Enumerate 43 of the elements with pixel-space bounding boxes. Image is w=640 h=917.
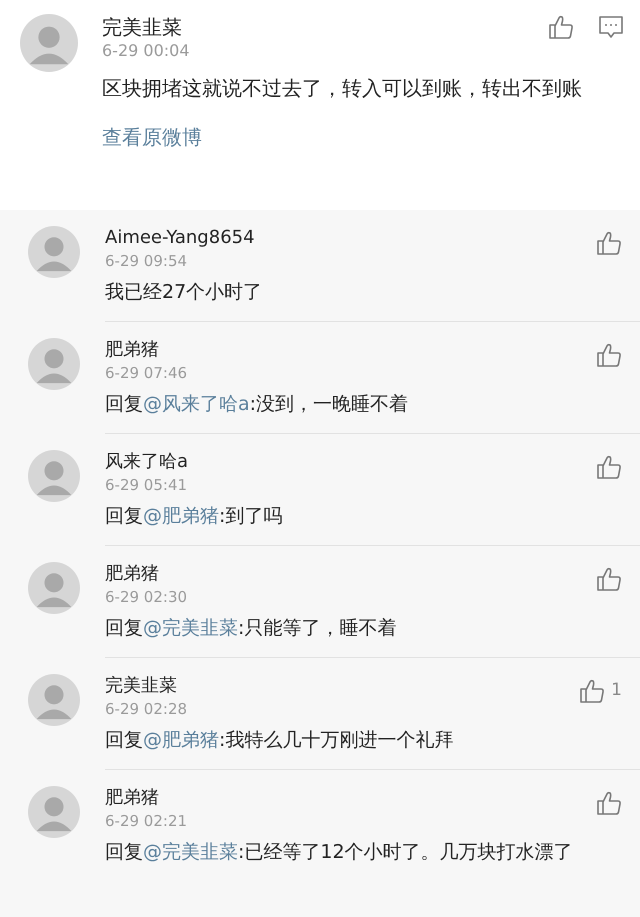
avatar-icon[interactable] (28, 786, 80, 838)
thumbs-up-icon[interactable] (596, 454, 622, 480)
thumbs-up-icon[interactable] (596, 230, 622, 256)
thumbs-up-icon[interactable] (596, 566, 622, 592)
mention-link[interactable]: @肥弟猪 (143, 505, 219, 527)
mention-link[interactable]: @完美韭菜 (143, 617, 238, 639)
timestamp: 6-29 00:04 (102, 40, 191, 62)
avatar-icon[interactable] (28, 562, 80, 614)
avatar-icon[interactable] (28, 338, 80, 390)
avatar-icon[interactable] (28, 450, 80, 502)
avatar-icon[interactable] (28, 674, 80, 726)
author-name[interactable]: 完美韭菜 (102, 14, 548, 40)
thumbs-up-icon[interactable] (579, 678, 606, 704)
thumbs-up-icon[interactable] (596, 790, 622, 816)
author-name[interactable]: 肥弟猪 (105, 786, 596, 810)
reply-text: 回复@肥弟猪:我特么几十万刚进一个礼拜 (105, 728, 454, 753)
reply-text: 回复@完美韭菜:只能等了，睡不着 (105, 616, 398, 641)
comment-icon[interactable] (598, 14, 624, 40)
comment-text: 区块拥堵这就说不过去了，转入可以到账，转出不到账 (102, 75, 583, 102)
timestamp: 6-29 05:41 (105, 475, 188, 496)
timestamp: 6-29 07:46 (105, 363, 188, 384)
author-name[interactable]: 风来了哈a (105, 450, 596, 474)
author-name[interactable]: Aimee-Yang8654 (105, 226, 596, 250)
avatar-icon[interactable] (20, 14, 78, 72)
reply-text: 回复@风来了哈a:没到，一晚睡不着 (105, 392, 410, 417)
timestamp: 6-29 02:28 (105, 699, 188, 720)
thumbs-up-icon[interactable] (596, 342, 622, 368)
author-name[interactable]: 肥弟猪 (105, 562, 596, 586)
author-name[interactable]: 肥弟猪 (105, 338, 596, 362)
timestamp: 6-29 09:54 (105, 251, 188, 272)
reply-text: 回复@完美韭菜:已经等了12个小时了。几万块打水漂了 (105, 840, 574, 865)
mention-link[interactable]: @完美韭菜 (143, 841, 238, 863)
reply-text: 我已经27个小时了 (105, 280, 264, 305)
timestamp: 6-29 02:21 (105, 811, 188, 832)
thumbs-up-icon[interactable] (548, 14, 574, 40)
mention-link[interactable]: @肥弟猪 (143, 729, 219, 751)
mention-link[interactable]: @风来了哈a (143, 393, 250, 415)
avatar-icon[interactable] (28, 226, 80, 278)
timestamp: 6-29 02:30 (105, 587, 188, 608)
view-original-link[interactable]: 查看原微博 (102, 122, 202, 152)
reply-text: 回复@肥弟猪:到了吗 (105, 504, 284, 529)
like-count: 1 (611, 679, 622, 702)
author-name[interactable]: 完美韭菜 (105, 674, 580, 698)
